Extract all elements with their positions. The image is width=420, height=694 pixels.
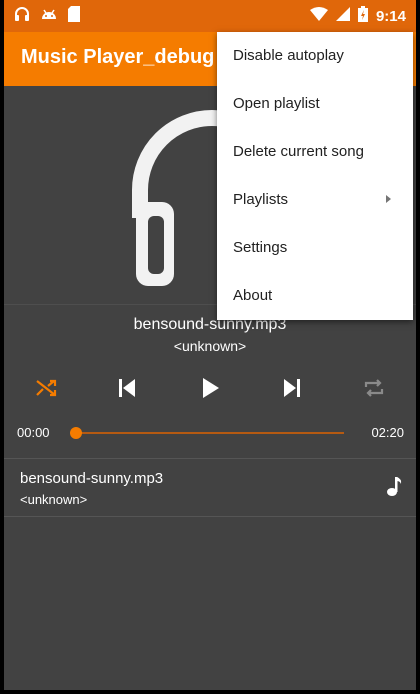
previous-button[interactable]	[107, 368, 147, 408]
song-artist: <unknown>	[20, 492, 88, 507]
current-time: 00:00	[17, 425, 50, 440]
battery-icon	[357, 6, 368, 27]
seek-bar[interactable]	[76, 432, 344, 434]
next-button[interactable]	[272, 368, 312, 408]
sd-card-icon	[68, 6, 80, 27]
screen: 9:14 Music Player_debug bensound-sunny.m…	[4, 0, 416, 690]
menu-item-about[interactable]: About	[217, 272, 413, 320]
submenu-arrow-icon	[386, 195, 391, 203]
menu-item-open-playlist[interactable]: Open playlist	[217, 80, 413, 128]
app-title: Music Player_debug	[21, 46, 215, 68]
shuffle-icon	[36, 379, 57, 397]
list-item[interactable]: bensound-sunny.mp3 <unknown>	[4, 460, 416, 516]
menu-item-settings[interactable]: Settings	[217, 224, 413, 272]
music-note-icon	[386, 476, 402, 501]
play-button[interactable]	[190, 368, 230, 408]
now-playing-artist: <unknown>	[173, 338, 247, 354]
clock: 9:14	[375, 8, 406, 25]
signal-icon	[335, 7, 350, 26]
shuffle-button[interactable]	[26, 368, 66, 408]
seek-bar-row: 00:00 02:20	[4, 420, 416, 448]
skip-next-icon	[284, 379, 300, 397]
overflow-menu: Disable autoplay Open playlist Delete cu…	[217, 32, 413, 320]
android-icon	[40, 7, 58, 26]
seek-thumb[interactable]	[70, 427, 82, 439]
wifi-icon	[309, 7, 328, 26]
play-icon	[203, 378, 219, 398]
divider	[4, 458, 416, 459]
playback-controls	[4, 368, 416, 410]
status-bar: 9:14	[4, 0, 416, 32]
menu-item-label: Disable autoplay	[233, 47, 344, 64]
menu-item-label: Open playlist	[233, 95, 320, 112]
divider	[4, 516, 416, 517]
skip-previous-icon	[119, 379, 135, 397]
repeat-button[interactable]	[354, 368, 394, 408]
menu-item-label: Delete current song	[233, 143, 364, 160]
headphones-icon	[14, 6, 30, 27]
menu-item-label: Playlists	[233, 191, 289, 208]
repeat-icon	[364, 379, 384, 397]
menu-item-label: Settings	[233, 239, 288, 256]
duration: 02:20	[371, 425, 404, 440]
song-title: bensound-sunny.mp3	[20, 470, 164, 487]
menu-item-playlists[interactable]: Playlists	[217, 176, 413, 224]
now-playing-info: bensound-sunny.mp3 <unknown>	[4, 316, 416, 354]
menu-item-disable-autoplay[interactable]: Disable autoplay	[217, 32, 413, 80]
menu-item-label: About	[233, 287, 273, 304]
menu-item-delete-current-song[interactable]: Delete current song	[217, 128, 413, 176]
